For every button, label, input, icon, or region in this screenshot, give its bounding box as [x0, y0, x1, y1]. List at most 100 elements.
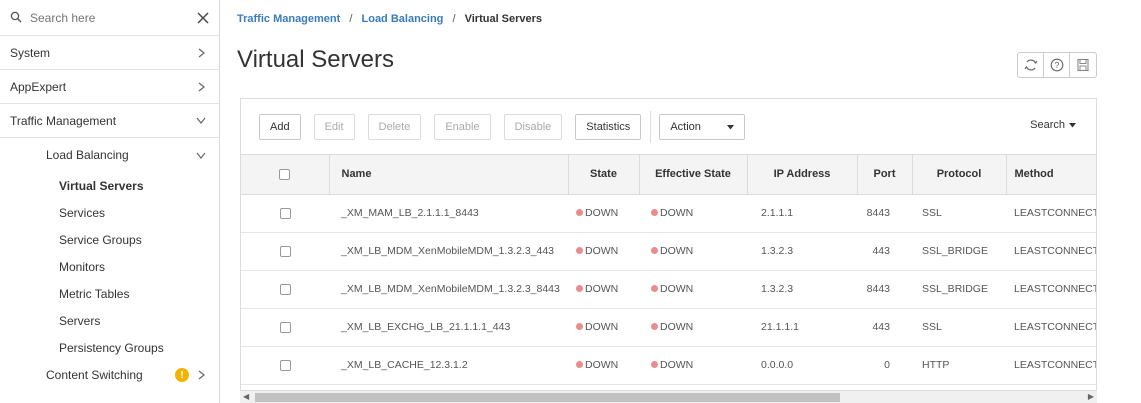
sidebar-item-services[interactable]: Services	[0, 199, 219, 226]
virtual-servers-table: Name State Effective State IP Address Po…	[241, 155, 1096, 385]
column-header-protocol[interactable]: Protocol	[912, 155, 1007, 195]
caret-down-icon	[727, 121, 735, 133]
breadcrumb-separator: /	[349, 13, 353, 25]
select-all-checkbox[interactable]	[279, 168, 291, 180]
breadcrumb-current: Virtual Servers	[464, 13, 543, 25]
cell-port: 443	[857, 232, 912, 271]
table-header: Name State Effective State IP Address Po…	[241, 155, 1096, 195]
cell-effective-state: DOWN	[639, 308, 747, 347]
scrollbar-thumb[interactable]	[255, 393, 840, 402]
refresh-icon[interactable]	[1018, 53, 1044, 77]
table-row[interactable]: _XM_LB_CACHE_12.3.1.2 DOWN DOWN 0.0.0.0 …	[241, 346, 1096, 385]
sidebar: System AppExpert Traffic Management Load…	[0, 0, 220, 403]
sidebar-item-appexpert[interactable]: AppExpert	[0, 70, 219, 104]
table-row[interactable]: _XM_MAM_LB_2.1.1.1_8443 DOWN DOWN 2.1.1.…	[241, 194, 1096, 233]
help-icon[interactable]: ?	[1044, 53, 1070, 77]
state-text: DOWN	[585, 359, 619, 371]
horizontal-scrollbar[interactable]: ◀ ▶	[240, 390, 1097, 403]
search-dropdown[interactable]: Search	[1030, 119, 1076, 131]
cell-state: DOWN	[568, 194, 639, 233]
header-actions: ?	[1017, 52, 1097, 78]
status-down-icon	[651, 360, 658, 368]
table-row[interactable]: _XM_LB_MDM_XenMobileMDM_1.3.2.3_8443 DOW…	[241, 270, 1096, 309]
cell-protocol: SSL_BRIDGE	[912, 270, 1006, 309]
cell-method: LEASTCONNECTION	[1006, 194, 1096, 233]
sidebar-item-label: Load Balancing	[46, 148, 129, 162]
row-checkbox[interactable]	[279, 207, 291, 219]
breadcrumb-load-balancing[interactable]: Load Balancing	[362, 13, 444, 25]
search-input[interactable]	[30, 10, 195, 25]
cell-port: 443	[857, 308, 912, 347]
breadcrumb: Traffic Management / Load Balancing / Vi…	[237, 13, 542, 25]
enable-button[interactable]: Enable	[434, 113, 491, 140]
action-dropdown[interactable]: Action	[659, 113, 746, 140]
delete-button[interactable]: Delete	[367, 113, 422, 140]
statistics-button[interactable]: Statistics	[575, 113, 642, 140]
scroll-right-icon[interactable]: ▶	[1088, 392, 1094, 401]
state-text: DOWN	[585, 207, 619, 219]
page-title: Virtual Servers	[237, 46, 394, 73]
close-icon[interactable]	[195, 10, 211, 26]
table-row[interactable]: _XM_LB_EXCHG_LB_21.1.1.1_443 DOWN DOWN 2…	[241, 308, 1096, 347]
sidebar-item-monitors[interactable]: Monitors	[0, 253, 219, 280]
svg-text:?: ?	[1054, 60, 1059, 70]
sidebar-item-load-balancing[interactable]: Load Balancing	[0, 138, 219, 172]
row-checkbox[interactable]	[279, 321, 291, 333]
status-down-icon	[651, 208, 658, 216]
action-label: Action	[670, 120, 701, 133]
cell-method: LEASTCONNECTION	[1006, 232, 1096, 271]
cell-protocol: SSL	[912, 308, 1006, 347]
cell-state: DOWN	[568, 346, 639, 385]
sidebar-item-traffic-management[interactable]: Traffic Management	[0, 104, 219, 138]
row-checkbox-cell	[241, 346, 329, 385]
cell-protocol: HTTP	[912, 346, 1006, 385]
chevron-right-icon	[195, 47, 207, 59]
sidebar-item-content-switching[interactable]: Content Switching !	[0, 361, 219, 389]
edit-button[interactable]: Edit	[313, 113, 355, 140]
status-down-icon	[651, 322, 658, 330]
save-icon[interactable]	[1070, 53, 1096, 77]
disable-button[interactable]: Disable	[503, 113, 563, 140]
column-header-ip-address[interactable]: IP Address	[747, 155, 858, 195]
column-header-effective-state[interactable]: Effective State	[639, 155, 748, 195]
cell-state: DOWN	[568, 270, 639, 309]
sidebar-item-service-groups[interactable]: Service Groups	[0, 226, 219, 253]
sidebar-item-metric-tables[interactable]: Metric Tables	[0, 280, 219, 307]
effective-state-text: DOWN	[660, 359, 694, 371]
effective-state-text: DOWN	[660, 245, 694, 257]
cell-ip-address: 1.3.2.3	[747, 232, 857, 271]
breadcrumb-traffic-management[interactable]: Traffic Management	[237, 13, 340, 25]
cell-protocol: SSL	[912, 194, 1006, 233]
status-down-icon	[576, 208, 583, 216]
cell-port: 8443	[857, 194, 912, 233]
sidebar-item-system[interactable]: System	[0, 36, 219, 70]
sidebar-item-virtual-servers[interactable]: Virtual Servers	[0, 172, 219, 199]
column-header-port[interactable]: Port	[857, 155, 913, 195]
scroll-left-icon[interactable]: ◀	[243, 392, 249, 401]
row-checkbox-cell	[241, 270, 329, 309]
sidebar-item-servers[interactable]: Servers	[0, 307, 219, 334]
status-down-icon	[576, 284, 583, 292]
chevron-right-icon	[195, 81, 207, 93]
add-button[interactable]: Add	[259, 113, 301, 140]
sidebar-item-label: System	[10, 45, 51, 60]
status-down-icon	[576, 322, 583, 330]
cell-name: _XM_LB_MDM_XenMobileMDM_1.3.2.3_443	[329, 232, 568, 271]
effective-state-text: DOWN	[660, 207, 694, 219]
cell-method: LEASTCONNECTION	[1006, 270, 1096, 309]
sidebar-item-label: AppExpert	[10, 79, 67, 94]
toolbar-divider	[650, 110, 652, 143]
row-checkbox[interactable]	[279, 359, 291, 371]
column-header-state[interactable]: State	[568, 155, 640, 195]
row-checkbox-cell	[241, 308, 329, 347]
chevron-right-icon	[195, 369, 207, 381]
column-header-name[interactable]: Name	[329, 155, 569, 195]
effective-state-text: DOWN	[660, 321, 694, 333]
cell-name: _XM_LB_CACHE_12.3.1.2	[329, 346, 568, 385]
table-row[interactable]: _XM_LB_MDM_XenMobileMDM_1.3.2.3_443 DOWN…	[241, 232, 1096, 271]
select-all-checkbox-cell	[241, 155, 330, 195]
sidebar-item-persistency-groups[interactable]: Persistency Groups	[0, 334, 219, 361]
row-checkbox[interactable]	[279, 283, 291, 295]
column-header-method[interactable]: Method	[1006, 155, 1096, 195]
row-checkbox[interactable]	[279, 245, 291, 257]
